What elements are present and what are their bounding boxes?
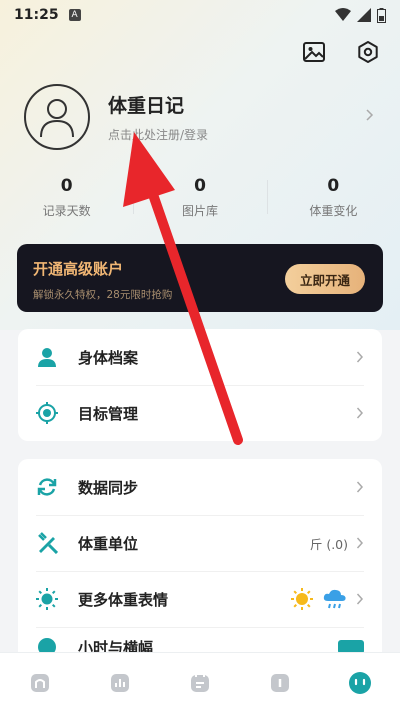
stat-label: 体重变化 (309, 204, 358, 218)
stat-record-days[interactable]: 0 记录天数 (0, 176, 133, 219)
stat-label: 记录天数 (42, 204, 91, 218)
menu-card-settings: 数据同步 体重单位 斤 (.0) 更多体重表情 小时与横幅 (18, 459, 382, 669)
menu-item-weight-emoji[interactable]: 更多体重表情 (18, 571, 382, 627)
smile-face-icon (349, 671, 371, 694)
status-bar: 11:25 A (0, 0, 400, 30)
chevron-right-icon (356, 537, 364, 549)
chevron-right-icon (366, 109, 374, 121)
stat-value: 0 (194, 176, 206, 196)
menu-item-goal-management[interactable]: 目标管理 (18, 385, 382, 441)
chevron-right-icon (356, 481, 364, 493)
stat-weight-change[interactable]: 0 体重变化 (266, 176, 400, 219)
rain-cloud-emoji-icon (323, 589, 346, 609)
menu-item-label: 目标管理 (78, 404, 139, 423)
menu-item-label: 身体档案 (78, 348, 139, 367)
stat-value: 0 (327, 176, 340, 196)
user-placeholder-icon (40, 99, 74, 138)
notification-icon: A (68, 9, 81, 21)
sunny-emoji-icon (291, 588, 313, 610)
home-icon (31, 673, 49, 692)
menu-item-label: 更多体重表情 (78, 590, 169, 609)
menu-item-data-sync[interactable]: 数据同步 (18, 459, 382, 515)
app-title: 体重日记 (108, 95, 185, 117)
stats-row: 0 记录天数 0 图片库 0 体重变化 (0, 176, 400, 219)
tab-profile[interactable] (348, 671, 372, 695)
tab-notes[interactable] (268, 671, 292, 695)
login-hint[interactable]: 点击此处注册/登录 (108, 126, 208, 143)
open-premium-button[interactable]: 立即开通 (285, 264, 365, 294)
bar-chart-icon (111, 673, 129, 692)
menu-item-label: 体重单位 (78, 534, 139, 553)
menu-item-weight-unit[interactable]: 体重单位 斤 (.0) (18, 515, 382, 571)
top-toolbar (302, 40, 380, 64)
sun-icon (36, 588, 58, 610)
battery-icon (377, 7, 386, 23)
menu-card-profile: 身体档案 目标管理 (18, 329, 382, 441)
profile-section[interactable]: 体重日记 点击此处注册/登录 (24, 77, 384, 157)
sync-icon (36, 476, 58, 498)
chevron-right-icon (356, 351, 364, 363)
menu-item-body-profile[interactable]: 身体档案 (18, 329, 382, 385)
calendar-icon (191, 672, 209, 692)
person-icon (36, 346, 58, 368)
signal-icon (357, 8, 371, 22)
chevron-right-icon (356, 407, 364, 419)
stat-value: 0 (60, 176, 73, 196)
image-gallery-icon[interactable] (302, 40, 326, 64)
avatar[interactable] (24, 84, 90, 150)
tab-calendar[interactable] (188, 671, 212, 695)
settings-icon[interactable] (356, 40, 380, 64)
premium-banner[interactable]: 开通高级账户 解锁永久特权，28元限时抢购 立即开通 (17, 244, 383, 312)
tab-home[interactable] (28, 671, 52, 695)
menu-item-label: 数据同步 (78, 478, 139, 497)
weight-unit-value: 斤 (.0) (309, 536, 348, 552)
chevron-right-icon (356, 593, 364, 605)
stat-label: 图片库 (181, 204, 218, 218)
target-icon (36, 402, 58, 424)
ruler-pencil-icon (36, 532, 58, 554)
stat-gallery[interactable]: 0 图片库 (133, 176, 266, 219)
tab-statistics[interactable] (108, 671, 132, 695)
status-time: 11:25 (14, 7, 59, 23)
notebook-icon (271, 673, 289, 692)
wifi-icon (335, 8, 351, 21)
bottom-tab-bar (0, 652, 400, 712)
